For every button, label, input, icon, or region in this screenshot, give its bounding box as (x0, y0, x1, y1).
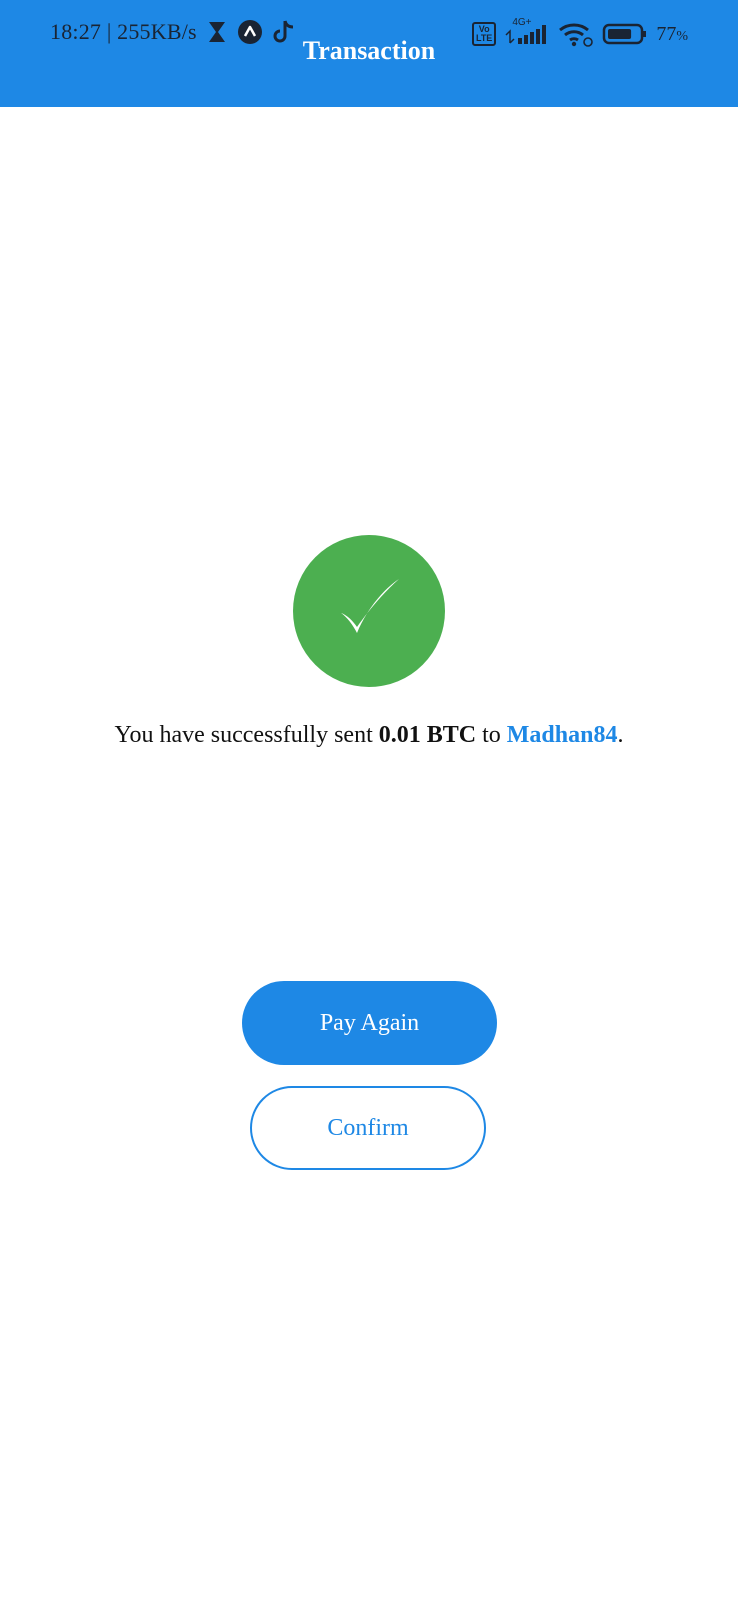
recipient-link[interactable]: Madhan84 (507, 722, 618, 748)
checkmark-icon (329, 569, 409, 654)
message-suffix: . (617, 722, 624, 748)
app-header: 18:27 | 255KB/s Vo LTE 4G+ 77% Transacti… (0, 0, 738, 107)
message-prefix: You have successfully sent (114, 722, 379, 748)
confirm-button[interactable]: Confirm (250, 1086, 486, 1170)
success-badge (293, 535, 445, 687)
success-message: You have successfully sent 0.01 BTC to M… (0, 722, 738, 749)
page-title: Transaction (302, 36, 436, 65)
pay-again-button[interactable]: Pay Again (242, 981, 497, 1065)
message-middle: to (476, 722, 507, 748)
sent-amount: 0.01 BTC (378, 722, 477, 748)
